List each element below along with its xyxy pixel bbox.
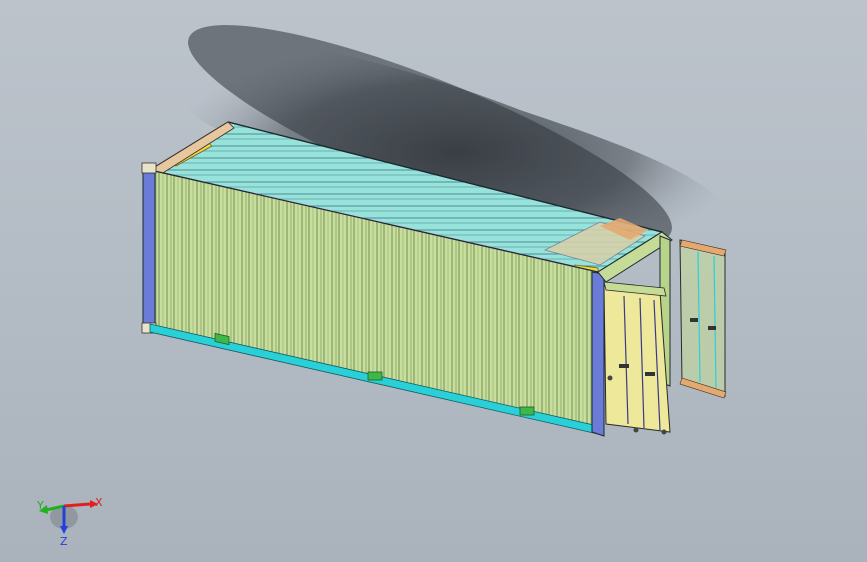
front-corner-post: [591, 271, 605, 437]
triad-x-label: X: [95, 496, 103, 509]
triad-z-label: Z: [60, 535, 68, 548]
rear-corner-block-top: [141, 162, 157, 174]
triad-y-label: Y: [36, 499, 44, 512]
container-model-canvas[interactable]: [0, 0, 867, 562]
forklift-pocket-3: [519, 406, 535, 416]
door-hinge-1: [607, 375, 613, 381]
door-hinge-2: [633, 427, 639, 433]
right-door-handle-2[interactable]: [708, 326, 716, 330]
triad-z-arrow-icon: [60, 526, 68, 534]
rear-corner-post: [142, 167, 156, 331]
triad-x-axis: [63, 502, 91, 508]
forklift-pocket-2: [367, 371, 383, 381]
door-handle-1[interactable]: [619, 364, 629, 368]
left-door-panel[interactable]: [603, 285, 671, 433]
door-hinge-3: [661, 429, 667, 435]
right-door-panel[interactable]: [679, 239, 726, 397]
cad-viewport[interactable]: X Y Z: [0, 0, 867, 562]
orientation-triad[interactable]: X Y Z: [30, 488, 110, 548]
right-door-handle-1[interactable]: [690, 318, 698, 322]
door-handle-2[interactable]: [645, 372, 655, 376]
